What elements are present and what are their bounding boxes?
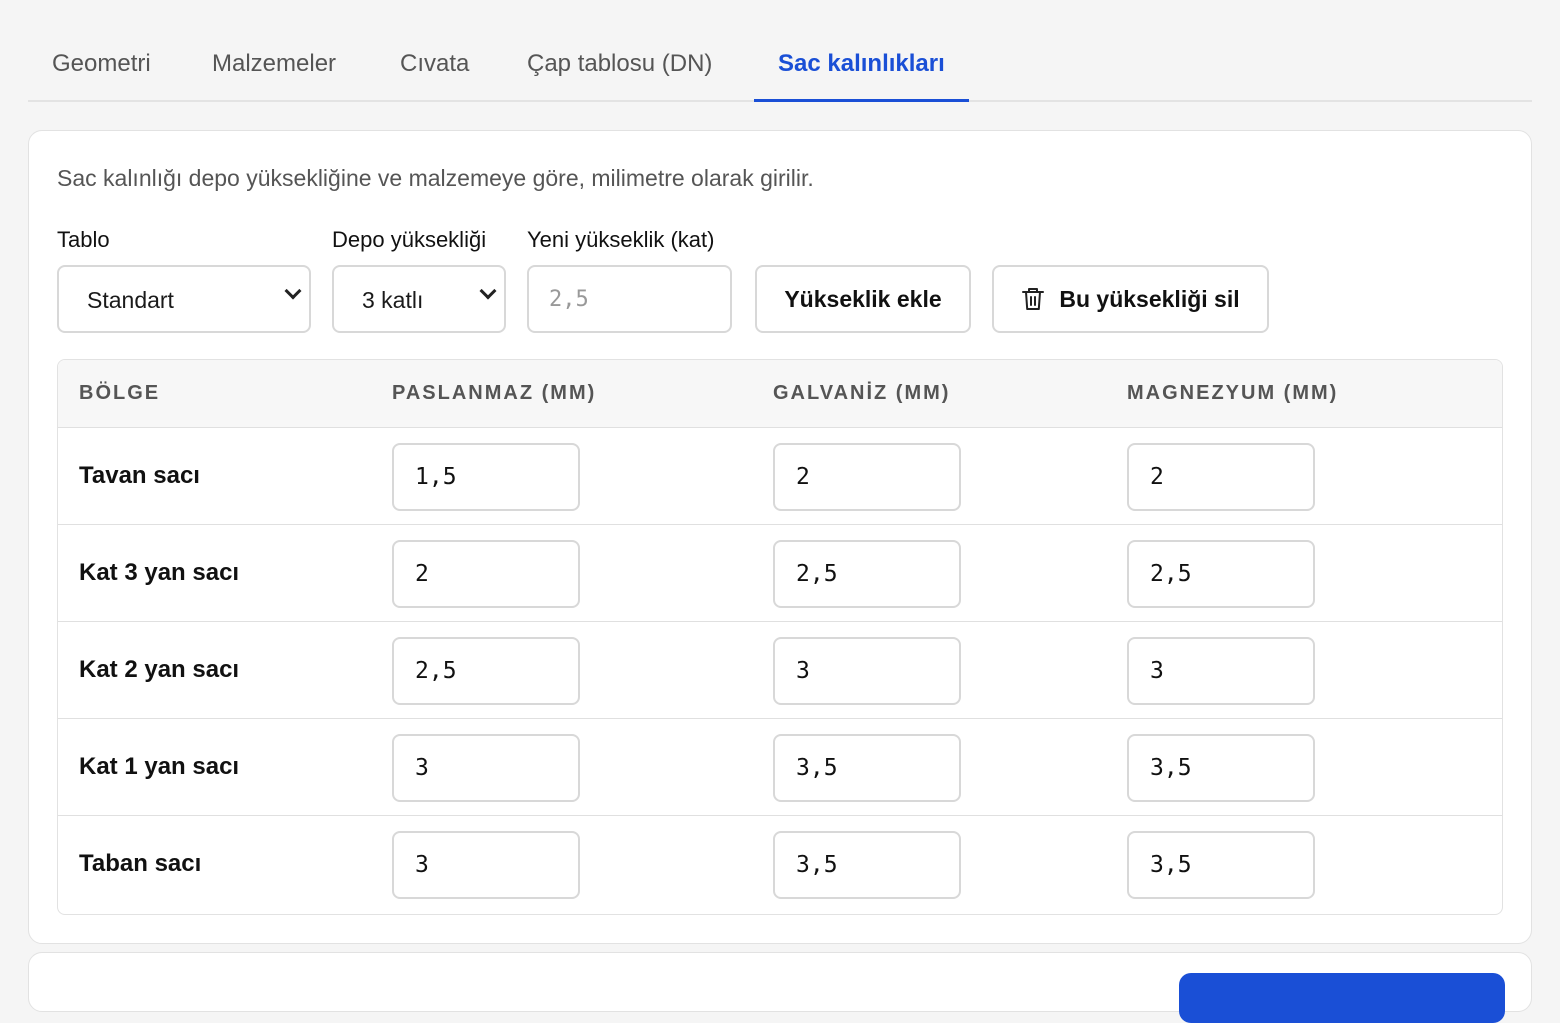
add-height-button[interactable]: Yükseklik ekle bbox=[755, 265, 971, 333]
primary-button[interactable] bbox=[1179, 973, 1505, 1023]
table-row: Taban sacı 3 3,5 3,5 bbox=[58, 816, 1502, 913]
new-height-input[interactable]: 2,5 bbox=[527, 265, 732, 333]
paslanmaz-input[interactable]: 2 bbox=[392, 540, 580, 608]
row-label: Kat 1 yan sacı bbox=[79, 753, 240, 780]
galvaniz-input[interactable]: 3,5 bbox=[773, 831, 961, 899]
table-select-value: Standart bbox=[87, 287, 174, 313]
table-row: Kat 1 yan sacı 3 3,5 3,5 bbox=[58, 719, 1502, 816]
galvaniz-input[interactable]: 2 bbox=[773, 443, 961, 511]
galvaniz-input[interactable]: 3,5 bbox=[773, 734, 961, 802]
header-paslanmaz: PASLANMAZ (MM) bbox=[392, 382, 597, 404]
tab-cap-tablosu[interactable]: Çap tablosu (DN) bbox=[503, 42, 736, 102]
new-height-placeholder: 2,5 bbox=[549, 287, 589, 312]
action-bar bbox=[28, 952, 1532, 1023]
height-select[interactable]: 3 katlı bbox=[332, 265, 506, 333]
row-label: Taban sacı bbox=[79, 850, 202, 877]
delete-height-label: Bu yüksekliği sil bbox=[1059, 285, 1240, 312]
paslanmaz-input[interactable]: 2,5 bbox=[392, 637, 580, 705]
chevron-down-icon bbox=[284, 282, 302, 300]
header-magnezyum: MAGNEZYUM (MM) bbox=[1127, 382, 1339, 404]
tab-malzemeler[interactable]: Malzemeler bbox=[188, 42, 360, 102]
trash-icon bbox=[1022, 288, 1045, 310]
new-height-label: Yeni yükseklik (kat) bbox=[527, 227, 715, 252]
chevron-down-icon bbox=[479, 282, 497, 300]
add-height-label: Yükseklik ekle bbox=[784, 285, 942, 312]
header-galvaniz: GALVANİZ (MM) bbox=[773, 382, 951, 404]
table-row: Kat 2 yan sacı 2,5 3 3 bbox=[58, 622, 1502, 719]
row-label: Kat 3 yan sacı bbox=[79, 559, 240, 586]
table-select[interactable]: Standart bbox=[57, 265, 311, 333]
table-header: BÖLGE PASLANMAZ (MM) GALVANİZ (MM) MAGNE… bbox=[58, 360, 1502, 428]
magnezyum-input[interactable]: 3,5 bbox=[1127, 734, 1315, 802]
table-row: Tavan sacı 1,5 2 2 bbox=[58, 428, 1502, 525]
paslanmaz-input[interactable]: 1,5 bbox=[392, 443, 580, 511]
magnezyum-input[interactable]: 3,5 bbox=[1127, 831, 1315, 899]
row-label: Tavan sacı bbox=[79, 462, 200, 489]
magnezyum-input[interactable]: 2,5 bbox=[1127, 540, 1315, 608]
paslanmaz-input[interactable]: 3 bbox=[392, 734, 580, 802]
magnezyum-input[interactable]: 3 bbox=[1127, 637, 1315, 705]
tab-bar: Geometri Malzemeler Cıvata Çap tablosu (… bbox=[28, 0, 1532, 102]
height-select-value: 3 katlı bbox=[362, 287, 424, 313]
description-text: Sac kalınlığı depo yüksekliğine ve malze… bbox=[57, 165, 814, 191]
thickness-table: BÖLGE PASLANMAZ (MM) GALVANİZ (MM) MAGNE… bbox=[57, 359, 1503, 915]
tab-geometri[interactable]: Geometri bbox=[28, 42, 175, 102]
tab-civata[interactable]: Cıvata bbox=[376, 42, 493, 102]
table-row: Kat 3 yan sacı 2 2,5 2,5 bbox=[58, 525, 1502, 622]
header-bolge: BÖLGE bbox=[79, 382, 161, 404]
galvaniz-input[interactable]: 2,5 bbox=[773, 540, 961, 608]
settings-card: Sac kalınlığı depo yüksekliğine ve malze… bbox=[28, 130, 1532, 944]
paslanmaz-input[interactable]: 3 bbox=[392, 831, 580, 899]
height-select-label: Depo yüksekliği bbox=[332, 227, 487, 252]
delete-height-button[interactable]: Bu yüksekliği sil bbox=[992, 265, 1269, 333]
row-label: Kat 2 yan sacı bbox=[79, 656, 240, 683]
galvaniz-input[interactable]: 3 bbox=[773, 637, 961, 705]
tab-sac-kalinliklari[interactable]: Sac kalınlıkları bbox=[754, 42, 969, 102]
magnezyum-input[interactable]: 2 bbox=[1127, 443, 1315, 511]
table-select-label: Tablo bbox=[57, 227, 110, 252]
